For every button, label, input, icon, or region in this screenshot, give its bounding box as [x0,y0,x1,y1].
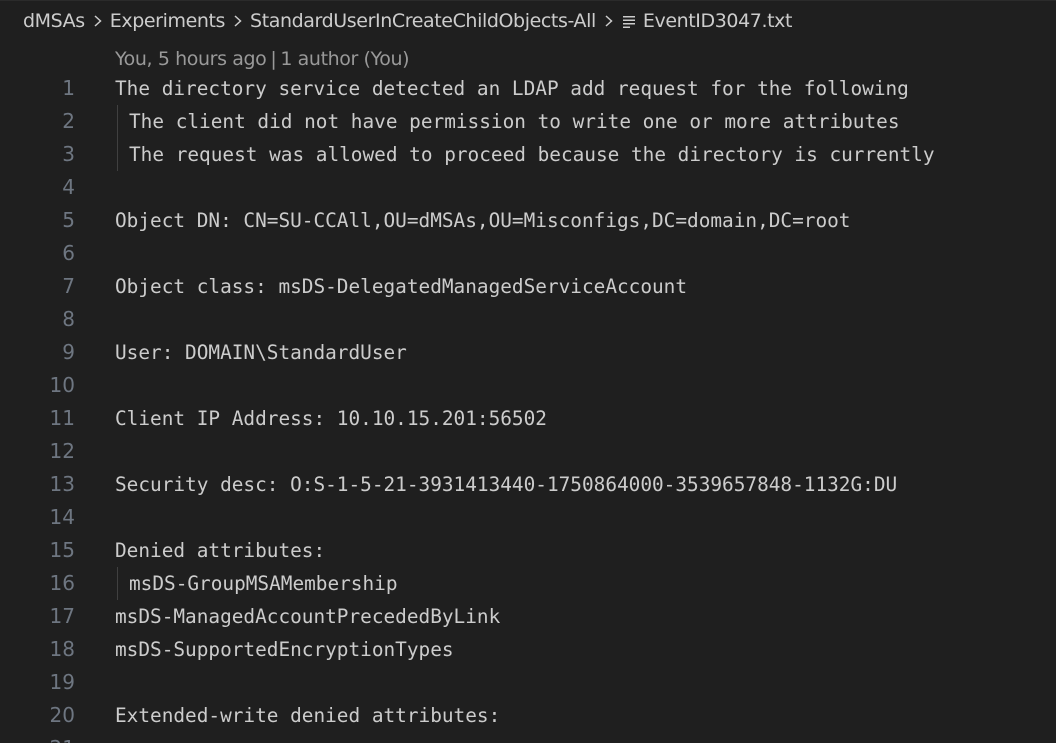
line-number[interactable]: 7 [0,270,75,303]
line-number[interactable]: 15 [0,534,75,567]
code-line[interactable]: 20 Extended-write denied attributes: [0,699,1056,732]
line-text[interactable]: Extended-write denied attributes: [115,699,500,732]
code-line[interactable]: 9 User: DOMAIN\StandardUser [0,336,1056,369]
line-text[interactable]: msDS-SupportedEncryptionTypes [115,633,454,666]
line-text[interactable]: msDS-ManagedAccountPrecededByLink [115,600,500,633]
code-line[interactable]: 3 The request was allowed to proceed beca… [0,138,1056,171]
line-text[interactable]: Client IP Address: 10.10.15.201:56502 [115,402,547,435]
line-number[interactable]: 20 [0,699,75,732]
breadcrumb: dMSAs Experiments StandardUserInCreateCh… [0,1,1056,41]
chevron-right-icon [234,15,242,27]
code-line[interactable]: 7 Object class: msDS-DelegatedManagedServ… [0,270,1056,303]
code-line[interactable]: 16 msDS-GroupMSAMembership [0,567,1056,600]
chevron-right-icon [94,15,102,27]
indent-guide [117,567,118,600]
code-line[interactable]: 19 [0,666,1056,699]
code-line[interactable]: 1 The directory service detected an LDAP … [0,72,1056,105]
line-text[interactable]: Denied attributes: [115,534,325,567]
line-number[interactable]: 17 [0,600,75,633]
code-lines[interactable]: 1 The directory service detected an LDAP … [0,72,1056,743]
code-line[interactable]: 6 [0,237,1056,270]
codelens-separator: | [270,48,277,70]
line-number[interactable]: 10 [0,369,75,402]
code-line[interactable]: 11 Client IP Address: 10.10.15.201:56502 [0,402,1056,435]
codelens-author-time[interactable]: You, 5 hours ago [115,48,267,70]
code-line[interactable]: 10 [0,369,1056,402]
line-number[interactable]: 5 [0,204,75,237]
line-number[interactable]: 2 [0,105,75,138]
line-text[interactable]: msDS-GroupMSAMembership [129,567,398,600]
code-line[interactable]: 2 The client did not have permission to w… [0,105,1056,138]
code-line[interactable]: 21 [0,732,1056,743]
text-file-icon [622,16,635,28]
line-number[interactable]: 3 [0,138,75,171]
line-text[interactable]: The client did not have permission to wr… [129,105,900,138]
codelens-authors[interactable]: 1 author (You) [280,48,409,70]
line-text[interactable]: Security desc: O:S-1-5-21-3931413440-175… [115,468,897,501]
chevron-right-icon [605,15,613,27]
line-text[interactable]: User: DOMAIN\StandardUser [115,336,407,369]
line-number[interactable]: 11 [0,402,75,435]
line-number[interactable]: 13 [0,468,75,501]
indent-guide [117,105,118,138]
line-number[interactable]: 8 [0,303,75,336]
editor-pane: dMSAs Experiments StandardUserInCreateCh… [0,0,1056,743]
indent-guide [117,138,118,171]
breadcrumb-item-experiments[interactable]: Experiments [110,10,226,32]
line-number[interactable]: 21 [0,732,75,743]
line-number[interactable]: 4 [0,171,75,204]
line-number[interactable]: 1 [0,72,75,105]
line-number[interactable]: 12 [0,435,75,468]
line-number[interactable]: 14 [0,501,75,534]
code-line[interactable]: 18 msDS-SupportedEncryptionTypes [0,633,1056,666]
breadcrumb-item-dmsas[interactable]: dMSAs [23,10,85,32]
line-number[interactable]: 6 [0,237,75,270]
git-blame-codelens: You, 5 hours ago | 1 author (You) [115,45,410,73]
code-line[interactable]: 13 Security desc: O:S-1-5-21-3931413440-1… [0,468,1056,501]
code-line[interactable]: 15 Denied attributes: [0,534,1056,567]
line-number[interactable]: 18 [0,633,75,666]
line-number[interactable]: 19 [0,666,75,699]
code-line[interactable]: 12 [0,435,1056,468]
code-line[interactable]: 14 [0,501,1056,534]
line-number[interactable]: 16 [0,567,75,600]
breadcrumb-item-folder[interactable]: StandardUserInCreateChildObjects-All [250,10,596,32]
line-number[interactable]: 9 [0,336,75,369]
code-line[interactable]: 5 Object DN: CN=SU-CCAll,OU=dMSAs,OU=Misc… [0,204,1056,237]
breadcrumb-item-file[interactable]: EventID3047.txt [643,10,793,32]
code-line[interactable]: 8 [0,303,1056,336]
line-text[interactable]: The directory service detected an LDAP a… [115,72,909,105]
code-line[interactable]: 17 msDS-ManagedAccountPrecededByLink [0,600,1056,633]
line-text[interactable]: Object DN: CN=SU-CCAll,OU=dMSAs,OU=Misco… [115,204,850,237]
line-text[interactable]: The request was allowed to proceed becau… [129,138,935,171]
code-line[interactable]: 4 [0,171,1056,204]
line-text[interactable]: Object class: msDS-DelegatedManagedServi… [115,270,687,303]
